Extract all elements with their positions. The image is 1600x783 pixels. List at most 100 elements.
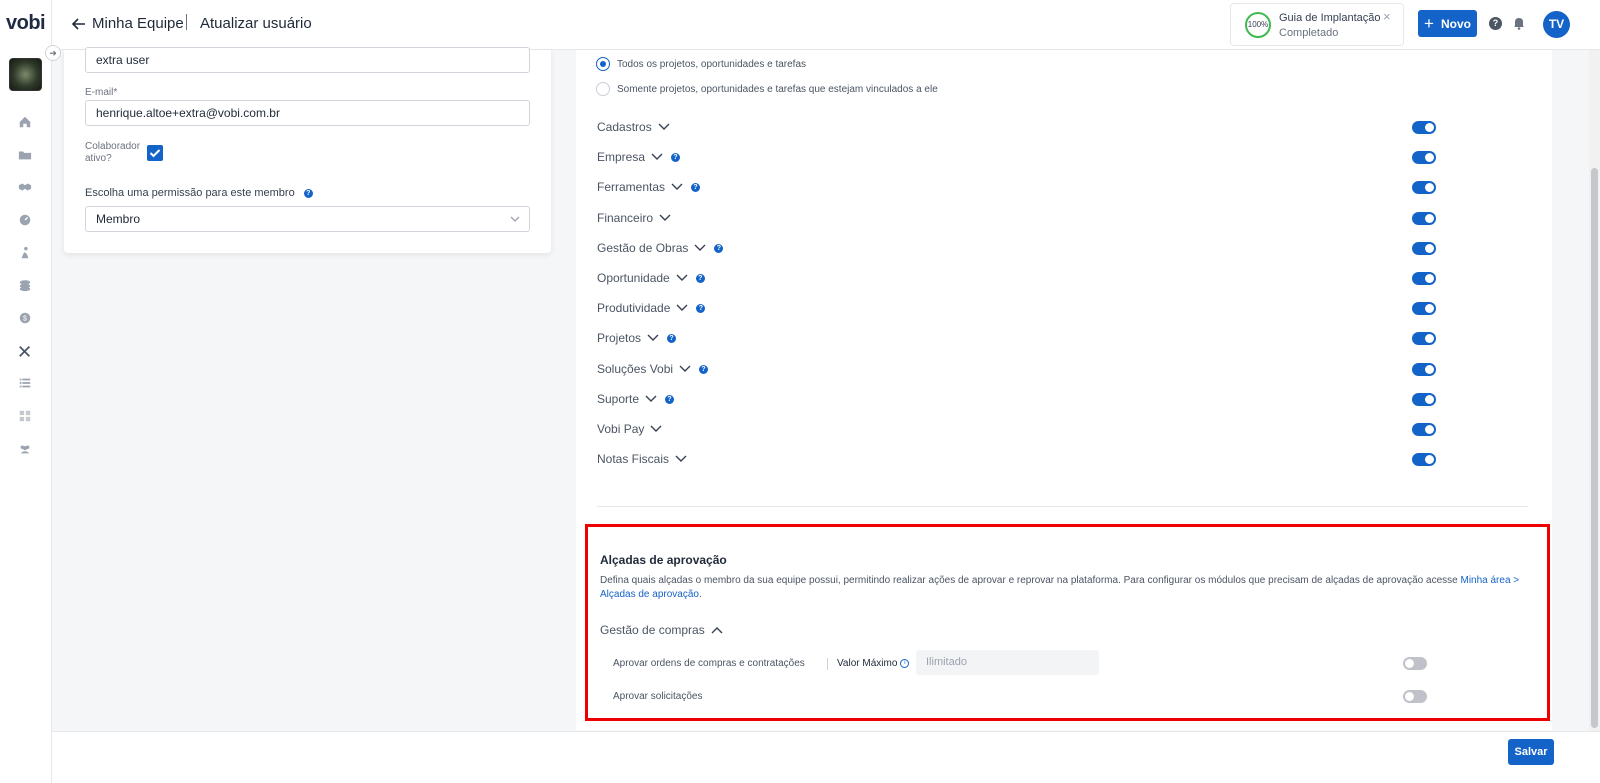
chevron-down-icon[interactable]: [651, 153, 663, 161]
handshake-icon[interactable]: [16, 178, 34, 196]
approve-orders-toggle[interactable]: [1403, 657, 1427, 670]
module-row[interactable]: Ferramentas?: [597, 180, 701, 194]
breadcrumb-parent[interactable]: Minha Equipe: [92, 15, 184, 32]
radio-all-projects-label[interactable]: Todos os projetos, oportunidades e taref…: [617, 59, 806, 70]
home-icon[interactable]: [16, 113, 34, 131]
help-icon[interactable]: ?: [696, 303, 706, 313]
help-icon[interactable]: ?: [691, 182, 701, 192]
chevron-down-icon[interactable]: [659, 214, 671, 222]
module-row[interactable]: Produtividade?: [597, 301, 706, 315]
dollar-icon[interactable]: $: [16, 309, 34, 327]
vobi-logo[interactable]: vobi: [6, 12, 46, 35]
radio-linked-projects-label[interactable]: Somente projetos, oportunidades e tarefa…: [617, 84, 938, 95]
module-label: Notas Fiscais: [597, 452, 670, 466]
help-icon[interactable]: ?: [714, 243, 724, 253]
chevron-down-icon[interactable]: [675, 455, 687, 463]
module-row[interactable]: Projetos?: [597, 331, 677, 345]
email-label: E-mail*: [85, 87, 118, 98]
name-input[interactable]: extra user: [85, 47, 530, 73]
module-toggle[interactable]: [1412, 302, 1436, 315]
chevron-up-icon: [711, 627, 723, 634]
arrow-right-icon[interactable]: ➜: [45, 45, 61, 61]
chevron-down-icon[interactable]: [645, 395, 657, 403]
approval-description: Defina quais alçadas o membro da sua equ…: [600, 575, 1520, 600]
module-toggle[interactable]: [1412, 332, 1436, 345]
help-icon[interactable]: ?: [303, 188, 313, 198]
permission-select[interactable]: Membro: [85, 206, 530, 232]
radio-all-projects[interactable]: [596, 57, 610, 71]
user-avatar[interactable]: TV: [1543, 11, 1570, 38]
team-icon[interactable]: [16, 440, 34, 458]
help-icon[interactable]: ?: [695, 273, 705, 283]
chevron-down-icon[interactable]: [694, 244, 706, 252]
help-icon[interactable]: ?: [665, 394, 675, 404]
module-row[interactable]: Notas Fiscais: [597, 452, 687, 466]
chevron-down-icon[interactable]: [676, 304, 688, 312]
module-toggle[interactable]: [1412, 393, 1436, 406]
module-toggle[interactable]: [1412, 453, 1436, 466]
chevron-down-icon[interactable]: [658, 123, 670, 131]
module-row[interactable]: Financeiro: [597, 211, 671, 225]
new-button[interactable]: + Novo: [1418, 10, 1477, 37]
module-toggle[interactable]: [1412, 272, 1436, 285]
module-row[interactable]: Suporte?: [597, 392, 675, 406]
approve-requests-toggle[interactable]: [1403, 690, 1427, 703]
radio-linked-projects[interactable]: [596, 82, 610, 96]
tools-icon[interactable]: [16, 342, 34, 360]
chevron-down-icon: [510, 216, 520, 222]
active-checkbox[interactable]: [147, 145, 163, 161]
info-icon[interactable]: i: [900, 659, 910, 668]
module-toggle[interactable]: [1412, 212, 1436, 225]
module-toggle[interactable]: [1412, 363, 1436, 376]
module-toggle[interactable]: [1412, 151, 1436, 164]
gauge-icon[interactable]: [16, 211, 34, 229]
list-icon[interactable]: [16, 374, 34, 392]
approval-section: Alçadas de aprovação Defina quais alçada…: [585, 524, 1550, 721]
section-divider: [597, 506, 1528, 507]
module-toggle[interactable]: [1412, 423, 1436, 436]
close-icon[interactable]: ×: [1383, 9, 1391, 24]
separator: [827, 658, 828, 670]
save-button[interactable]: Salvar: [1508, 739, 1554, 765]
user-form-card: extra user E-mail* henrique.altoe+extra@…: [64, 47, 551, 253]
worker-icon[interactable]: [16, 244, 34, 262]
max-value-input[interactable]: Ilimitado: [916, 650, 1099, 675]
module-row[interactable]: Gestão de Obras?: [597, 241, 724, 255]
module-row[interactable]: Empresa?: [597, 150, 681, 164]
module-toggle[interactable]: [1412, 242, 1436, 255]
chevron-down-icon[interactable]: [650, 425, 662, 433]
module-row[interactable]: Cadastros: [597, 120, 670, 134]
chevron-down-icon[interactable]: [676, 274, 688, 282]
email-field[interactable]: henrique.altoe+extra@vobi.com.br: [85, 100, 530, 126]
back-arrow-icon[interactable]: [70, 15, 88, 33]
module-label: Suporte: [597, 392, 640, 406]
module-row[interactable]: Soluções Vobi?: [597, 362, 709, 376]
grid-icon[interactable]: [16, 407, 34, 425]
chevron-down-icon[interactable]: [679, 365, 691, 373]
breadcrumb-separator: [186, 14, 187, 30]
purchase-management-toggle[interactable]: Gestão de compras: [600, 623, 723, 637]
coins-icon[interactable]: [16, 276, 34, 294]
help-icon[interactable]: ?: [671, 152, 681, 162]
module-row[interactable]: Oportunidade?: [597, 271, 705, 285]
bell-icon[interactable]: [1512, 16, 1526, 30]
page-title: Atualizar usuário: [200, 15, 312, 32]
chevron-down-icon[interactable]: [647, 334, 659, 342]
module-label: Cadastros: [597, 120, 652, 134]
guide-status: Completado: [1279, 27, 1339, 39]
folder-icon[interactable]: [16, 146, 34, 164]
chevron-down-icon[interactable]: [671, 183, 683, 191]
help-icon[interactable]: ?: [699, 364, 709, 374]
module-toggle[interactable]: [1412, 121, 1436, 134]
footer-bar: Salvar: [52, 731, 1600, 783]
implementation-guide-card[interactable]: 100% Guia de Implantação Completado ×: [1230, 3, 1404, 46]
help-icon[interactable]: ?: [1489, 17, 1502, 30]
svg-text:$: $: [23, 316, 27, 323]
scrollbar-thumb[interactable]: [1591, 168, 1598, 728]
help-icon[interactable]: ?: [667, 333, 677, 343]
module-toggle[interactable]: [1412, 181, 1436, 194]
top-header: Minha Equipe Atualizar usuário 100% Guia…: [52, 0, 1600, 50]
module-row[interactable]: Vobi Pay: [597, 422, 662, 436]
module-label: Financeiro: [597, 211, 654, 225]
company-avatar[interactable]: [9, 58, 42, 91]
